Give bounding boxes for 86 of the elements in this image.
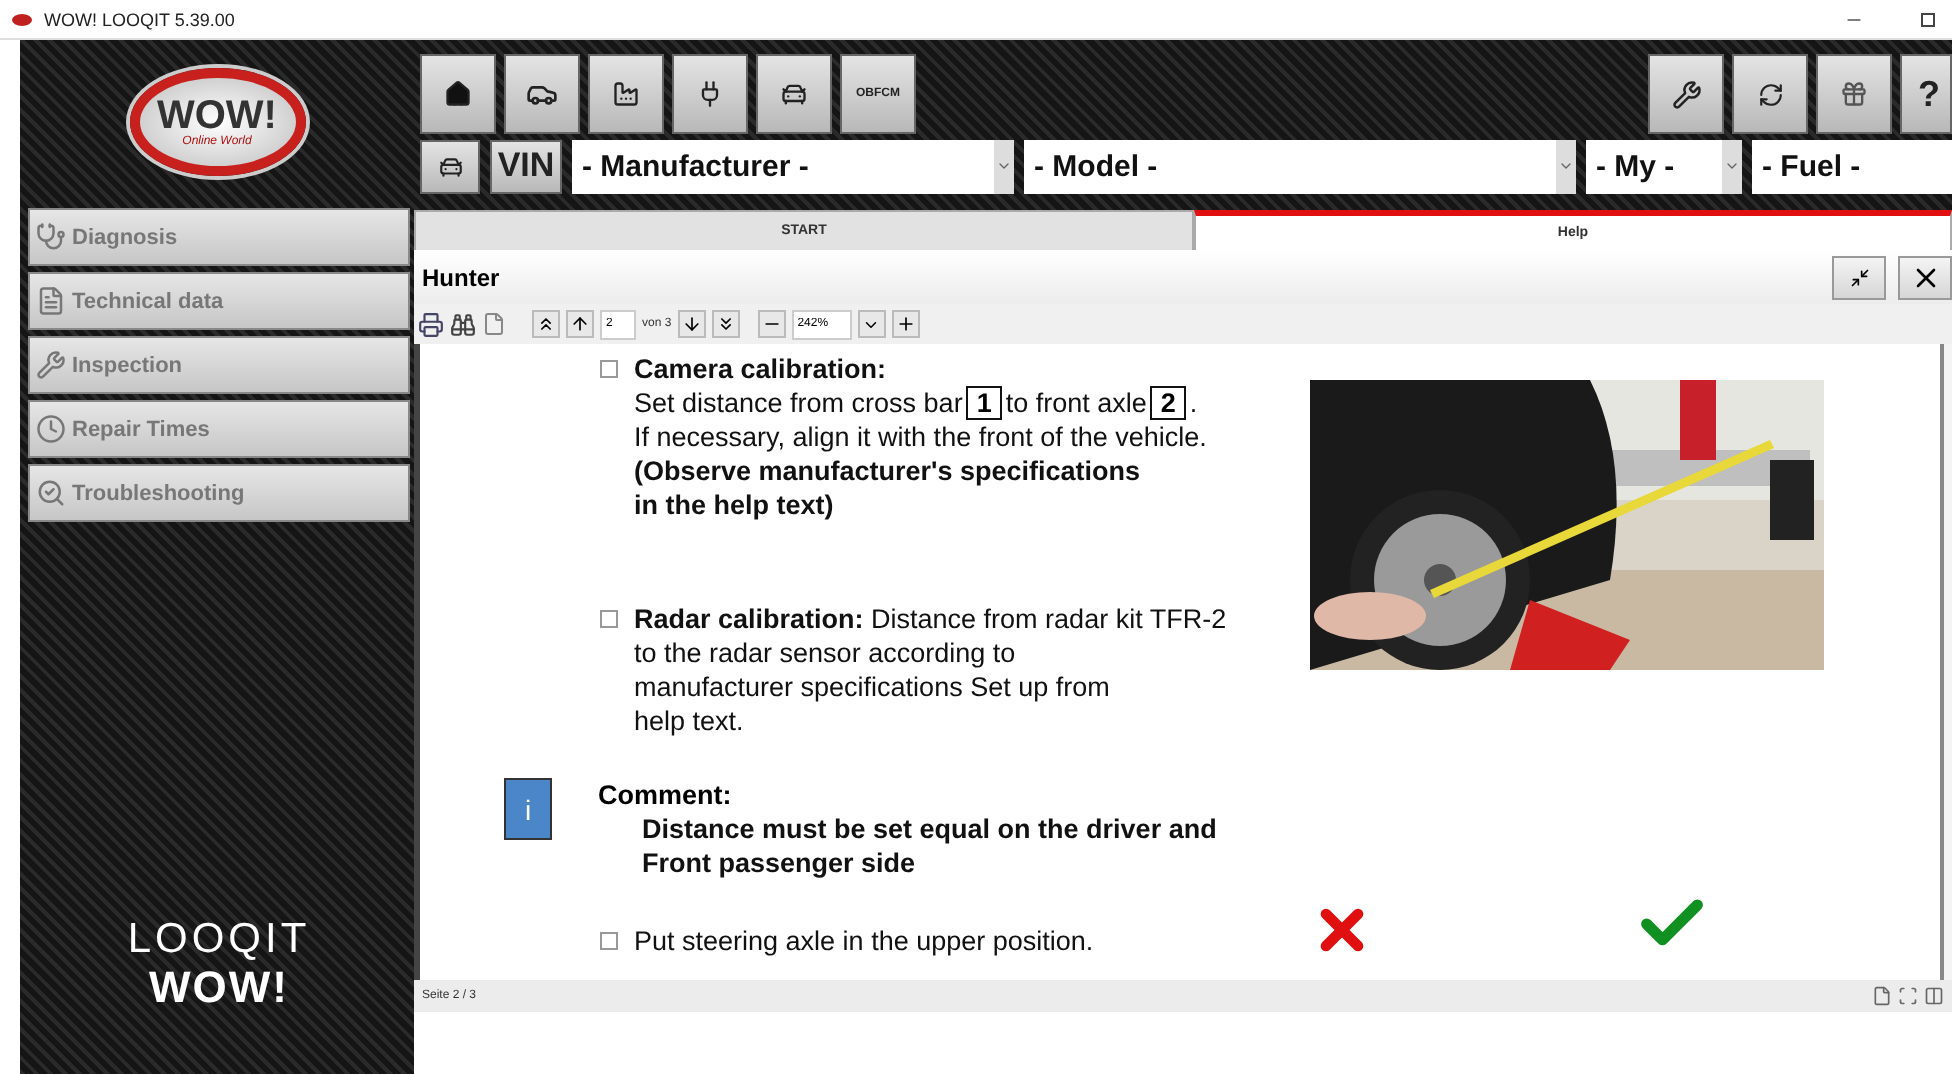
single-page-icon[interactable]: [1872, 986, 1892, 1006]
sync-icon: [1757, 81, 1783, 107]
body-text: to front axle: [1005, 386, 1147, 420]
body-text: help text.: [634, 704, 746, 738]
zoom-out-button[interactable]: [757, 310, 786, 338]
car-button[interactable]: [420, 139, 480, 193]
sidebar-icon: [36, 222, 66, 252]
factory-button[interactable]: [588, 54, 664, 134]
heading-text: (Observe manufacturer's specifications: [634, 454, 1143, 488]
sidebar-icon: [36, 286, 66, 316]
model-dropdown[interactable]: - Model -: [1024, 139, 1576, 193]
body-text: to the radar sensor according to: [634, 636, 1018, 670]
gift-button[interactable]: [1816, 54, 1892, 134]
help-button[interactable]: ?: [1900, 54, 1952, 134]
info-icon: i: [504, 778, 552, 840]
car-front-button[interactable]: [756, 54, 832, 134]
brand-name: WOW!: [149, 962, 289, 1014]
body-text: Set distance from cross bar: [634, 386, 963, 420]
restore-button[interactable]: [1832, 255, 1886, 299]
window-title: WOW! LOOQIT 5.39.00: [44, 9, 237, 29]
note-text: Front passenger side: [642, 846, 918, 880]
up-arrow-icon: [570, 314, 590, 334]
number-label: 2: [1150, 386, 1186, 420]
page-icon[interactable]: [482, 312, 506, 336]
scrollbar[interactable]: [1940, 344, 1952, 980]
sidebar-label: Technical data: [72, 289, 224, 313]
double-up-icon: [536, 314, 556, 334]
sidebar-label: Diagnosis: [72, 225, 178, 249]
next-page-button[interactable]: [677, 310, 706, 338]
home-button[interactable]: [420, 54, 496, 134]
caret-icon: [1722, 139, 1742, 193]
binoculars-icon[interactable]: [450, 311, 476, 337]
sync-button[interactable]: [1732, 54, 1808, 134]
number-label: 1: [966, 386, 1002, 420]
down-arrow-icon: [681, 314, 702, 334]
zoom-dropdown-button[interactable]: [857, 310, 886, 338]
car-icon: [780, 80, 808, 108]
sidebar-label: Troubleshooting: [72, 481, 245, 505]
plug-button[interactable]: [672, 54, 748, 134]
home-icon: [444, 80, 472, 108]
previous-page-button[interactable]: [566, 310, 594, 338]
double-down-icon: [715, 314, 736, 334]
plus-icon: [895, 314, 916, 334]
year-dropdown[interactable]: - My -: [1586, 139, 1742, 193]
checkbox[interactable]: [600, 360, 618, 378]
panel-title: Hunter: [422, 263, 502, 291]
close-button[interactable]: [1898, 255, 1952, 299]
plug-icon: [696, 80, 724, 108]
zoom-in-button[interactable]: [891, 310, 920, 338]
car-icon: [437, 153, 463, 179]
product-name: LOOQIT: [127, 915, 311, 962]
fuel-dropdown[interactable]: - Fuel -: [1752, 139, 1952, 193]
factory-icon: [612, 80, 640, 108]
body-text: If necessary, align it with the front of the vehicle.: [634, 420, 1207, 454]
body-text: Radar calibration: Distance from radar kit TFR-2: [634, 602, 1227, 636]
sidebar-label: Inspection: [72, 353, 183, 377]
gift-icon: [1840, 80, 1868, 108]
wrench-button[interactable]: [1648, 54, 1724, 134]
fit-page-icon[interactable]: [1898, 986, 1918, 1006]
restore-icon: [1849, 267, 1869, 287]
print-icon[interactable]: [418, 311, 444, 337]
body-text: .: [1189, 386, 1198, 420]
caret-icon: [994, 139, 1014, 193]
maximize-icon[interactable]: [1920, 11, 1936, 27]
app-icon: [12, 13, 32, 25]
two-page-icon[interactable]: [1924, 986, 1944, 1006]
sidebar-icon: [36, 414, 66, 444]
checkbox[interactable]: [600, 932, 618, 950]
note-text: Distance must be set equal on the driver and: [642, 812, 1217, 846]
sidebar-icon: [36, 478, 66, 508]
manufacturer-dropdown[interactable]: - Manufacturer -: [572, 139, 1014, 193]
body-text: manufacturer specifications Set up from: [634, 670, 1112, 704]
logo-brand: WOW!: [157, 95, 277, 135]
heading-text: in the help text): [634, 488, 836, 522]
wrench-icon: [1671, 79, 1701, 109]
note-title: Comment:: [598, 778, 734, 812]
vin-button[interactable]: VIN: [490, 139, 562, 193]
checkbox[interactable]: [600, 610, 618, 628]
sidebar-label: Repair Times: [72, 417, 210, 441]
body-text: Put steering axle in the upper position.: [634, 924, 1094, 958]
heading-text: Camera calibration:: [634, 352, 889, 386]
last-page-button[interactable]: [711, 310, 740, 338]
sidebar-icon: [36, 350, 66, 380]
first-page-button[interactable]: [532, 310, 560, 338]
car-button[interactable]: [504, 54, 580, 134]
caret-icon: [1556, 139, 1576, 193]
